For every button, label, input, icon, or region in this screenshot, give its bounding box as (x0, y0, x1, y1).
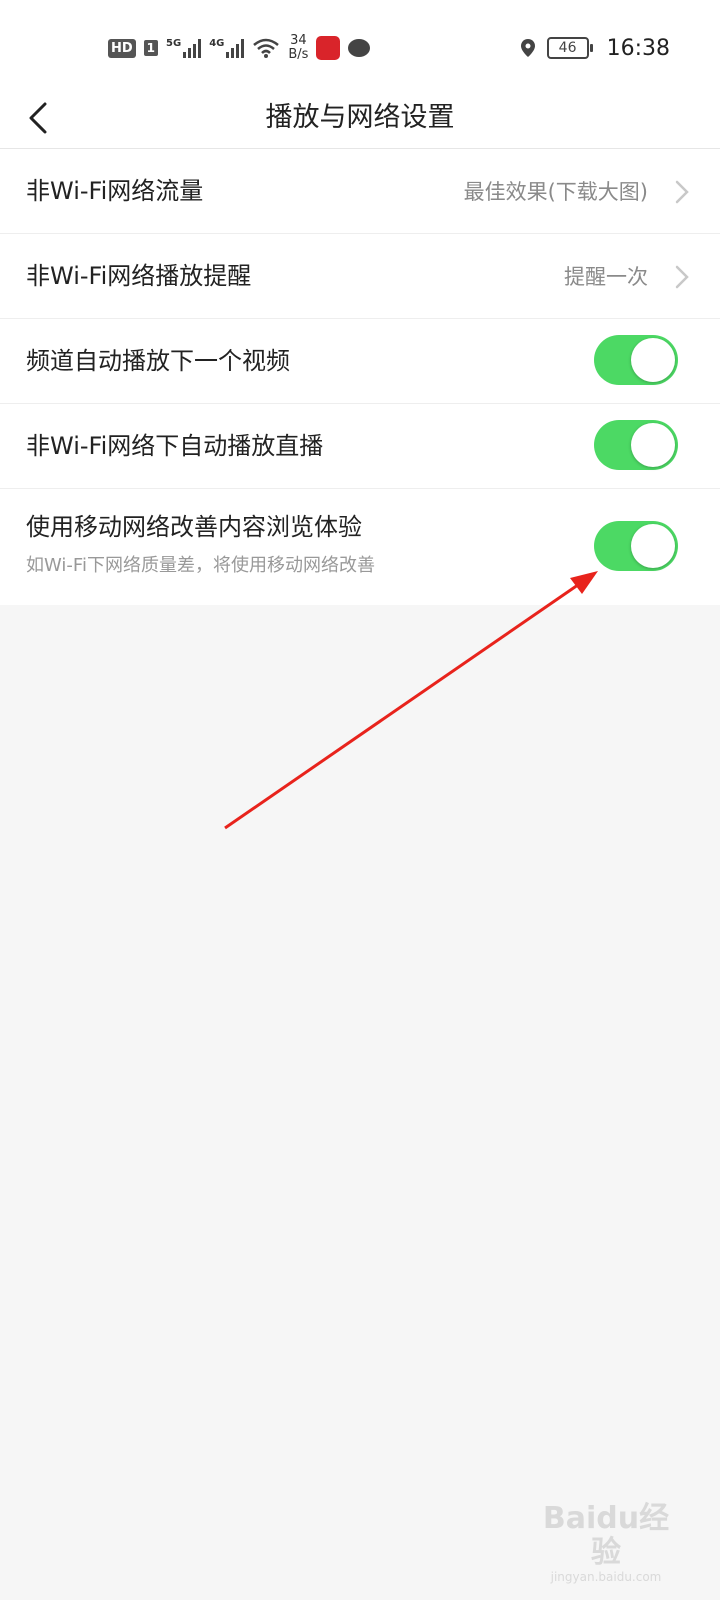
speed-value: 34 (290, 33, 307, 48)
watermark: Baidu经验 jingyan.baidu.com (536, 1501, 676, 1585)
status-right: 46 16:38 (520, 30, 670, 66)
setting-label: 非Wi-Fi网络流量 (26, 177, 204, 205)
page-title: 播放与网络设置 (265, 102, 455, 133)
setting-value: 最佳效果(下载大图) (463, 180, 648, 204)
location-icon (520, 39, 535, 57)
mobile-network-assist-toggle[interactable] (594, 521, 678, 571)
app-notification-icon (316, 36, 341, 60)
speed-unit: B/s (288, 47, 309, 62)
toggle-knob (631, 338, 675, 382)
network-speed: 34 B/s (288, 34, 308, 62)
toggle-knob (631, 524, 675, 568)
signal-bars-icon (226, 38, 245, 58)
clock: 16:38 (606, 35, 670, 61)
autoplay-live-toggle[interactable] (594, 420, 678, 470)
setting-value: 提醒一次 (564, 265, 648, 289)
chevron-right-icon (675, 265, 689, 289)
watermark-logo: Baidu经验 (542, 1501, 670, 1570)
sim-badge: 1 (143, 40, 159, 56)
signal-bars-icon (183, 38, 202, 58)
signal-4g: 4G (209, 38, 245, 58)
setting-sublabel: 如Wi-Fi下网络质量差，将使用移动网络改善 (26, 555, 375, 576)
setting-label: 非Wi-Fi网络播放提醒 (26, 262, 252, 290)
setting-non-wifi-traffic[interactable]: 非Wi-Fi网络流量 最佳效果(下载大图) (0, 149, 720, 234)
settings-list: 非Wi-Fi网络流量 最佳效果(下载大图) 非Wi-Fi网络播放提醒 提醒一次 … (0, 149, 720, 605)
watermark-url: jingyan.baidu.com (550, 1570, 662, 1584)
nav-bar: 播放与网络设置 (0, 90, 720, 149)
setting-autoplay-live: 非Wi-Fi网络下自动播放直播 (0, 404, 720, 489)
autoplay-next-toggle[interactable] (594, 335, 678, 385)
toggle-knob (631, 423, 675, 467)
network2-label: 4G (209, 38, 225, 49)
setting-mobile-network-assist: 使用移动网络改善内容浏览体验 如Wi-Fi下网络质量差，将使用移动网络改善 (0, 489, 720, 605)
status-left: HD 1 5G 4G 34 B/s (108, 30, 371, 66)
setting-non-wifi-reminder[interactable]: 非Wi-Fi网络播放提醒 提醒一次 (0, 234, 720, 319)
battery-icon: 46 (546, 37, 593, 59)
battery-level: 46 (558, 40, 577, 56)
message-icon (348, 39, 371, 57)
status-bar: HD 1 5G 4G 34 B/s 46 16:38 (0, 0, 720, 90)
setting-label: 非Wi-Fi网络下自动播放直播 (26, 432, 324, 460)
setting-label: 使用移动网络改善内容浏览体验 (26, 513, 362, 541)
setting-autoplay-next: 频道自动播放下一个视频 (0, 319, 720, 404)
setting-label: 频道自动播放下一个视频 (26, 347, 290, 375)
chevron-right-icon (675, 180, 689, 204)
hd-badge: HD (108, 38, 136, 58)
signal-5g: 5G (166, 38, 202, 58)
wifi-icon (253, 38, 280, 58)
network1-label: 5G (166, 38, 182, 49)
